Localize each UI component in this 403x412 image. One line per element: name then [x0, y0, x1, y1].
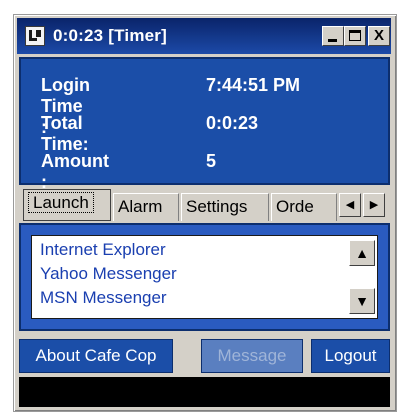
tab-scroll-left-button[interactable]: ◀ — [339, 193, 361, 217]
amount-value: 5 — [206, 151, 217, 171]
maximize-button[interactable] — [344, 26, 366, 46]
maximize-icon — [349, 30, 361, 41]
arrow-left-icon: ◀ — [345, 199, 355, 211]
list-scroll-down-button[interactable]: ▼ — [349, 288, 375, 314]
list-item[interactable]: MSN Messenger — [40, 288, 167, 308]
session-info-panel: Login Time : 7:44:51 PM Total Time: 0:0:… — [19, 57, 390, 192]
minimize-icon — [328, 39, 337, 42]
list-item[interactable]: Yahoo Messenger — [40, 264, 177, 284]
tab-strip: Launch Alarm Settings Orde ◀ ▶ — [19, 187, 390, 223]
about-button[interactable]: About Cafe Cop — [19, 339, 173, 373]
chevron-up-icon: ▲ — [355, 245, 369, 261]
app-icon-mark-block — [36, 30, 41, 37]
tab-scroll-right-button[interactable]: ▶ — [363, 193, 385, 217]
close-button[interactable]: X — [368, 26, 390, 46]
tab-settings[interactable]: Settings — [181, 193, 269, 221]
tab-launch[interactable]: Launch — [23, 189, 111, 221]
bottom-display-area — [19, 377, 390, 407]
list-item[interactable]: Internet Explorer — [40, 240, 166, 260]
message-button[interactable]: Message — [201, 339, 303, 373]
tab-alarm-label: Alarm — [118, 197, 163, 216]
tab-alarm[interactable]: Alarm — [113, 193, 179, 221]
title-bar[interactable]: 0:0:23 [Timer] X — [17, 18, 391, 54]
window-title: 0:0:23 [Timer] — [53, 26, 167, 45]
chevron-down-icon: ▼ — [355, 293, 369, 309]
launch-program-list[interactable]: Internet Explorer Yahoo Messenger MSN Me… — [31, 235, 378, 319]
login-time-value: 7:44:51 PM — [206, 75, 301, 95]
launch-tab-page: Internet Explorer Yahoo Messenger MSN Me… — [19, 223, 390, 331]
tab-launch-label: Launch — [28, 192, 94, 213]
timer-window: 0:0:23 [Timer] X Login Time : 7:44:51 PM… — [13, 14, 397, 412]
list-scroll-up-button[interactable]: ▲ — [349, 240, 375, 266]
tab-orders-label: Orde — [276, 197, 314, 216]
app-icon — [25, 26, 45, 46]
tab-orders[interactable]: Orde — [271, 193, 337, 221]
action-button-bar: About Cafe Cop Message Logout — [19, 339, 390, 375]
total-time-label: Total Time: — [41, 113, 89, 154]
logout-button[interactable]: Logout — [311, 339, 390, 373]
close-icon: X — [373, 27, 384, 44]
total-time-value: 0:0:23 — [206, 113, 259, 133]
minimize-button[interactable] — [322, 26, 344, 46]
arrow-right-icon: ▶ — [369, 199, 379, 211]
tab-settings-label: Settings — [186, 197, 248, 216]
